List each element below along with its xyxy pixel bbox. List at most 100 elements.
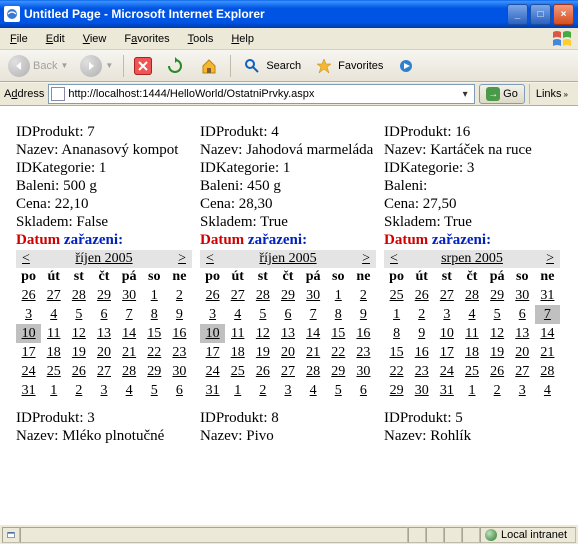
cal-day[interactable]: 1: [142, 286, 167, 305]
cal-day[interactable]: 22: [326, 343, 351, 362]
cal-day[interactable]: 23: [351, 343, 376, 362]
menu-file[interactable]: File: [6, 31, 32, 47]
cal-day[interactable]: 9: [167, 305, 192, 324]
cal-day[interactable]: 21: [535, 343, 560, 362]
cal-day[interactable]: 3: [275, 381, 300, 400]
cal-day[interactable]: 16: [409, 343, 434, 362]
cal-day[interactable]: 7: [301, 305, 326, 324]
cal-day[interactable]: 13: [275, 324, 300, 343]
cal-day[interactable]: 11: [41, 324, 66, 343]
cal-day[interactable]: 18: [225, 343, 250, 362]
cal-day[interactable]: 4: [301, 381, 326, 400]
cal-day[interactable]: 5: [485, 305, 510, 324]
cal-day[interactable]: 3: [434, 305, 459, 324]
cal-day[interactable]: 9: [409, 324, 434, 343]
menu-view[interactable]: View: [79, 31, 111, 47]
cal-day[interactable]: 23: [167, 343, 192, 362]
cal-day[interactable]: 14: [117, 324, 142, 343]
cal-day[interactable]: 4: [459, 305, 484, 324]
cal-day[interactable]: 30: [351, 362, 376, 381]
cal-day[interactable]: 17: [434, 343, 459, 362]
refresh-button[interactable]: [160, 53, 190, 79]
cal-day[interactable]: 29: [275, 286, 300, 305]
cal-day[interactable]: 4: [41, 305, 66, 324]
cal-prev-button[interactable]: <: [390, 251, 398, 267]
menu-help[interactable]: Help: [227, 31, 258, 47]
cal-day[interactable]: 3: [200, 305, 225, 324]
cal-day[interactable]: 1: [459, 381, 484, 400]
cal-day[interactable]: 29: [142, 362, 167, 381]
cal-day[interactable]: 25: [225, 362, 250, 381]
cal-next-button[interactable]: >: [178, 251, 186, 267]
stop-button[interactable]: [130, 55, 156, 77]
calendar[interactable]: <srpen 2005>poútstčtpásone25262728293031…: [384, 250, 560, 400]
cal-next-button[interactable]: >: [546, 251, 554, 267]
cal-day[interactable]: 26: [16, 286, 41, 305]
cal-day[interactable]: 27: [275, 362, 300, 381]
cal-day[interactable]: 2: [66, 381, 91, 400]
cal-day[interactable]: 19: [250, 343, 275, 362]
cal-day[interactable]: 31: [200, 381, 225, 400]
cal-day[interactable]: 7: [117, 305, 142, 324]
cal-day[interactable]: 27: [434, 286, 459, 305]
cal-day[interactable]: 26: [250, 362, 275, 381]
cal-day[interactable]: 2: [485, 381, 510, 400]
cal-day[interactable]: 5: [250, 305, 275, 324]
media-button[interactable]: [391, 53, 421, 79]
cal-day[interactable]: 28: [459, 286, 484, 305]
cal-day[interactable]: 6: [275, 305, 300, 324]
cal-day[interactable]: 22: [142, 343, 167, 362]
maximize-button[interactable]: □: [530, 4, 551, 25]
cal-day[interactable]: 1: [225, 381, 250, 400]
cal-day[interactable]: 12: [485, 324, 510, 343]
cal-day[interactable]: 28: [535, 362, 560, 381]
cal-day[interactable]: 22: [384, 362, 409, 381]
cal-day[interactable]: 7: [535, 305, 560, 324]
cal-day[interactable]: 8: [384, 324, 409, 343]
links-button[interactable]: Links »: [529, 84, 574, 104]
cal-day[interactable]: 3: [91, 381, 116, 400]
cal-day[interactable]: 30: [301, 286, 326, 305]
cal-day[interactable]: 4: [117, 381, 142, 400]
cal-day[interactable]: 4: [225, 305, 250, 324]
cal-day[interactable]: 25: [41, 362, 66, 381]
cal-day[interactable]: 29: [91, 286, 116, 305]
cal-day[interactable]: 18: [41, 343, 66, 362]
favorites-button[interactable]: Favorites: [309, 53, 387, 79]
cal-day[interactable]: 10: [200, 324, 225, 343]
menu-edit[interactable]: Edit: [42, 31, 69, 47]
cal-day[interactable]: 27: [41, 286, 66, 305]
cal-day[interactable]: 24: [16, 362, 41, 381]
cal-day[interactable]: 13: [510, 324, 535, 343]
cal-day[interactable]: 28: [250, 286, 275, 305]
cal-day[interactable]: 10: [434, 324, 459, 343]
cal-day[interactable]: 30: [409, 381, 434, 400]
cal-day[interactable]: 21: [301, 343, 326, 362]
cal-day[interactable]: 13: [91, 324, 116, 343]
cal-day[interactable]: 29: [485, 286, 510, 305]
cal-day[interactable]: 8: [326, 305, 351, 324]
home-button[interactable]: [194, 53, 224, 79]
cal-day[interactable]: 5: [66, 305, 91, 324]
cal-day[interactable]: 15: [384, 343, 409, 362]
cal-day[interactable]: 14: [301, 324, 326, 343]
cal-next-button[interactable]: >: [362, 251, 370, 267]
cal-day[interactable]: 26: [485, 362, 510, 381]
back-button[interactable]: Back ▼: [4, 53, 72, 79]
cal-day[interactable]: 10: [16, 324, 41, 343]
cal-day[interactable]: 26: [409, 286, 434, 305]
cal-day[interactable]: 3: [510, 381, 535, 400]
menu-favorites[interactable]: Favorites: [120, 31, 173, 47]
cal-day[interactable]: 4: [535, 381, 560, 400]
cal-day[interactable]: 5: [142, 381, 167, 400]
cal-day[interactable]: 8: [142, 305, 167, 324]
cal-day[interactable]: 2: [409, 305, 434, 324]
cal-day[interactable]: 19: [66, 343, 91, 362]
cal-day[interactable]: 24: [434, 362, 459, 381]
cal-day[interactable]: 30: [510, 286, 535, 305]
cal-day[interactable]: 2: [250, 381, 275, 400]
cal-day[interactable]: 31: [434, 381, 459, 400]
address-input[interactable]: http://localhost:1444/HelloWorld/Ostatni…: [48, 84, 475, 104]
cal-day[interactable]: 25: [384, 286, 409, 305]
cal-day[interactable]: 19: [485, 343, 510, 362]
